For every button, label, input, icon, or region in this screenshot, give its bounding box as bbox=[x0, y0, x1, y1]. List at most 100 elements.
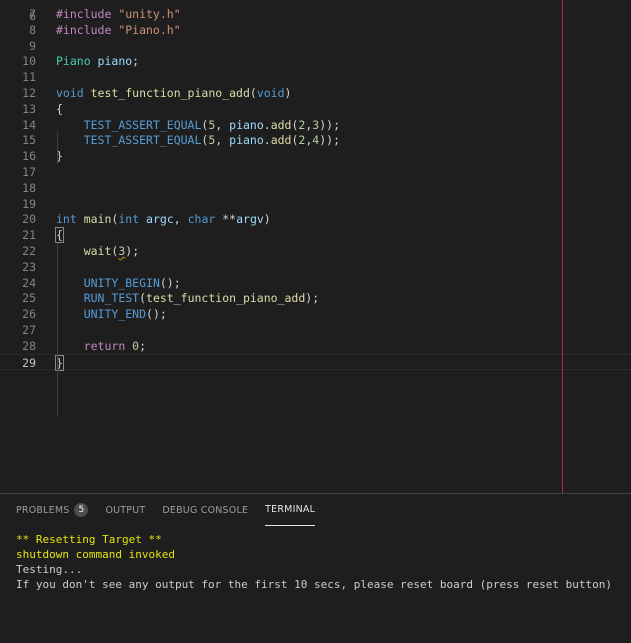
code-line: 18 bbox=[0, 180, 631, 196]
line-number: 13 bbox=[22, 101, 36, 116]
line-number: 8 bbox=[29, 22, 36, 37]
code-token: , bbox=[173, 212, 188, 227]
tab-label: OUTPUT bbox=[105, 504, 146, 516]
code-line: 10 Piano piano; bbox=[0, 53, 631, 69]
line-number: 29 bbox=[22, 355, 36, 370]
code-text: UNITY_END(); bbox=[56, 306, 167, 322]
code-line: 13 { bbox=[0, 101, 631, 117]
code-text: Piano piano; bbox=[56, 53, 139, 69]
code-text: wait(3); bbox=[56, 243, 139, 259]
code-line: 19 bbox=[0, 196, 631, 212]
line-number: 17 bbox=[22, 165, 36, 179]
code-text: int main(int argc, char **argv) bbox=[56, 211, 271, 227]
code-token: piano bbox=[229, 133, 264, 148]
panel-tabs: PROBLEMS 5 OUTPUT DEBUG CONSOLE TERMINAL bbox=[16, 494, 332, 526]
tab-debug-console[interactable]: DEBUG CONSOLE bbox=[162, 494, 248, 526]
line-number: 20 bbox=[22, 212, 36, 227]
code-line: 25 RUN_TEST(test_function_piano_add); bbox=[0, 290, 631, 306]
code-text: TEST_ASSERT_EQUAL(5, piano.add(2,3)); bbox=[56, 117, 340, 133]
code-token: test_function_piano_add bbox=[146, 291, 306, 306]
code-token: . bbox=[263, 133, 271, 148]
code-token: main bbox=[83, 212, 112, 227]
code-token: TEST_ASSERT_EQUAL bbox=[83, 133, 202, 148]
terminal-output[interactable]: ** Resetting Target ** shutdown command i… bbox=[16, 532, 612, 592]
line-number: 19 bbox=[22, 196, 36, 211]
code-text: TEST_ASSERT_EQUAL(5, piano.add(2,4)); bbox=[56, 132, 340, 148]
line-number: 21 bbox=[22, 228, 36, 243]
terminal-line: ** Resetting Target ** bbox=[16, 533, 162, 546]
code-token: piano bbox=[229, 117, 264, 132]
code-text: return 0; bbox=[56, 338, 146, 354]
terminal-line: shutdown command invoked bbox=[16, 548, 175, 561]
code-token: test_function_piano_add bbox=[90, 86, 250, 100]
code-line: 23 bbox=[0, 259, 631, 275]
code-token: )); bbox=[319, 117, 341, 132]
code-token: (); bbox=[159, 275, 181, 290]
tab-terminal[interactable]: TERMINAL bbox=[265, 494, 316, 526]
code-token: "Piano.h" bbox=[118, 22, 181, 37]
code-token: ( bbox=[139, 291, 147, 306]
line-number: 25 bbox=[22, 291, 36, 306]
code-line: 29} bbox=[0, 353, 631, 371]
line-number: 24 bbox=[22, 275, 36, 290]
code-text: { bbox=[55, 227, 64, 244]
code-token: char bbox=[187, 212, 223, 227]
code-token: , bbox=[215, 117, 230, 132]
indent-guide bbox=[57, 132, 58, 164]
code-line: 24 UNITY_BEGIN(); bbox=[0, 275, 631, 291]
indent-guide bbox=[57, 243, 58, 417]
line-number: 14 bbox=[22, 117, 36, 132]
line-number: 23 bbox=[22, 259, 36, 274]
problems-count-badge: 5 bbox=[74, 503, 89, 517]
code-token: piano bbox=[97, 54, 133, 69]
code-token: #include bbox=[56, 22, 119, 37]
code-token: #include bbox=[56, 7, 119, 21]
code-token: void bbox=[256, 86, 285, 100]
code-token: argv bbox=[236, 212, 264, 227]
code-token: argc bbox=[146, 212, 174, 227]
code-token: ) bbox=[284, 86, 292, 100]
code-text: #include "Piano.h" bbox=[56, 22, 181, 38]
code-line: 7 #include "unity.h" bbox=[0, 6, 631, 22]
code-token: Piano bbox=[56, 54, 98, 69]
code-text: UNITY_BEGIN(); bbox=[56, 275, 181, 291]
code-line: 22 wait(3); bbox=[0, 243, 631, 259]
code-line: 14 TEST_ASSERT_EQUAL(5, piano.add(2,3)); bbox=[0, 117, 631, 133]
line-number: 22 bbox=[22, 244, 36, 258]
code-token: ); bbox=[305, 291, 320, 306]
code-line: 17 bbox=[0, 164, 631, 180]
line-number: 28 bbox=[22, 338, 36, 353]
tab-output[interactable]: OUTPUT bbox=[105, 494, 145, 526]
code-token: "unity.h" bbox=[118, 7, 181, 21]
terminal-line: If you don't see any output for the firs… bbox=[16, 578, 613, 591]
line-number: 16 bbox=[22, 149, 36, 164]
tab-label: PROBLEMS bbox=[16, 504, 70, 516]
code-line: 15 TEST_ASSERT_EQUAL(5, piano.add(2,4)); bbox=[0, 132, 631, 148]
line-number: 26 bbox=[22, 307, 36, 322]
code-editor[interactable]: 6 7 #include "unity.h" 8 #include "Piano.h"… bbox=[0, 0, 631, 493]
tab-problems[interactable]: PROBLEMS 5 bbox=[16, 494, 89, 526]
code-token: ( bbox=[249, 86, 257, 100]
code-text: #include "unity.h" bbox=[56, 6, 181, 22]
line-number: 12 bbox=[22, 86, 36, 100]
terminal-line: Testing... bbox=[16, 563, 83, 576]
code-token: RUN_TEST bbox=[83, 291, 140, 306]
code-token: ; bbox=[139, 338, 147, 353]
code-line: 28 return 0; bbox=[0, 338, 631, 354]
code-token: int bbox=[118, 212, 147, 227]
code-token: ; bbox=[132, 54, 140, 69]
code-token: . bbox=[263, 117, 271, 132]
code-token: ** bbox=[222, 212, 237, 227]
code-token: void bbox=[56, 86, 91, 100]
line-number: 11 bbox=[22, 70, 36, 85]
code-token: ) bbox=[263, 212, 271, 227]
tab-label: DEBUG CONSOLE bbox=[162, 504, 249, 516]
code-token: ); bbox=[125, 244, 140, 258]
